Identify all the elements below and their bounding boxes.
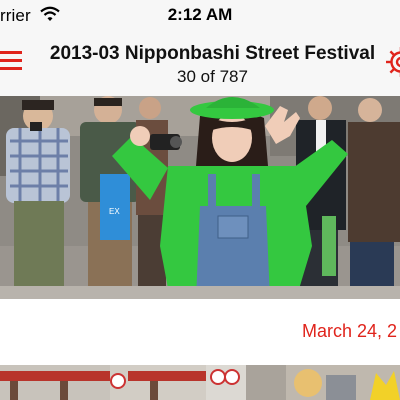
status-bar: rrier 2:12 AM — [0, 0, 400, 30]
thumbnail[interactable] — [206, 365, 286, 400]
photo-date: March 24, 2 — [302, 321, 398, 341]
navigation-bar: 2013-03 Nipponbashi Street Festival 30 o… — [0, 30, 400, 97]
thumbnail[interactable] — [0, 365, 110, 400]
photo-counter: 30 of 787 — [177, 67, 248, 86]
bag-label: EX — [109, 207, 120, 216]
gear-icon[interactable] — [384, 45, 400, 84]
thumbnail[interactable] — [286, 365, 400, 400]
main-photo[interactable]: EX — [0, 96, 400, 299]
status-time: 2:12 AM — [167, 5, 233, 24]
thumbnail[interactable] — [110, 365, 206, 400]
album-title: 2013-03 Nipponbashi Street Festival — [49, 43, 376, 64]
thumbnail-strip — [0, 365, 400, 400]
